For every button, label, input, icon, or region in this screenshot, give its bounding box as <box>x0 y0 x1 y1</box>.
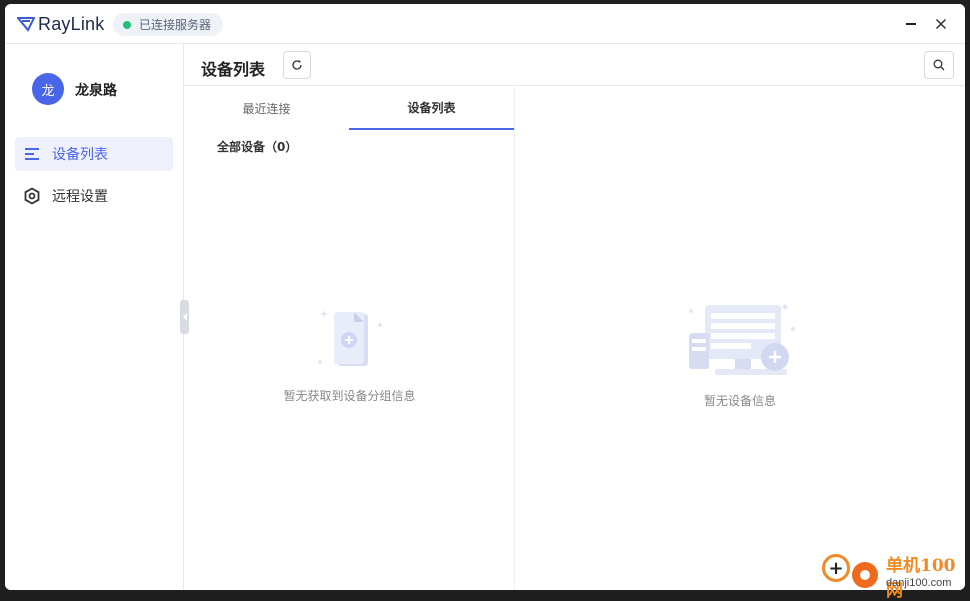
empty-device-group-icon <box>318 310 383 366</box>
refresh-icon <box>292 60 302 70</box>
close-icon <box>935 18 947 30</box>
minimize-icon <box>906 23 916 25</box>
sidebar-item-device-list[interactable]: 设备列表 <box>15 137 173 171</box>
app-logo: RayLink <box>17 13 104 35</box>
watermark-plus-icon: + <box>822 554 850 582</box>
title-bar: RayLink 已连接服务器 <box>5 4 965 44</box>
empty-device-info-icon <box>689 303 795 375</box>
sidebar-item-label: 远程设置 <box>52 189 108 205</box>
minimize-button[interactable] <box>901 14 921 34</box>
username: 龙泉路 <box>75 83 117 99</box>
empty-device-message: 暂无设备信息 <box>703 394 776 408</box>
device-detail-panel: 暂无设备信息 <box>515 86 965 590</box>
app-logo-text: RayLink <box>38 13 105 34</box>
device-group-panel: 最近连接 设备列表 全部设备（0） 暂无获取到设备分组信息 <box>184 86 515 590</box>
main-header: 设备列表 <box>184 44 965 86</box>
sidebar-item-remote-settings[interactable]: 远程设置 <box>15 179 173 213</box>
refresh-button[interactable] <box>283 51 311 79</box>
chevron-left-icon <box>182 313 187 321</box>
connection-status-badge: 已连接服务器 <box>113 13 224 36</box>
group-all-devices[interactable]: 全部设备（0） <box>217 138 297 155</box>
watermark: + 单机100网 danji100.com <box>818 550 970 601</box>
watermark-dot-icon <box>852 562 878 588</box>
empty-group-message: 暂无获取到设备分组信息 <box>283 389 416 403</box>
app-window: RayLink 已连接服务器 龙 龙泉路 设备列表 远程设置 设备列表 最近连接… <box>5 4 965 590</box>
watermark-title: 单机100网 <box>886 556 956 601</box>
sidebar-item-label: 设备列表 <box>52 147 108 163</box>
search-button[interactable] <box>924 51 954 79</box>
search-icon <box>933 59 945 71</box>
page-title: 设备列表 <box>201 60 266 79</box>
connection-status-text: 已连接服务器 <box>139 18 212 32</box>
tab-recent-connections[interactable]: 最近连接 <box>184 86 349 130</box>
raylink-logo-icon <box>17 17 35 32</box>
close-button[interactable] <box>931 14 951 34</box>
list-icon <box>25 148 39 160</box>
hexagon-settings-icon <box>24 187 40 205</box>
tab-device-list[interactable]: 设备列表 <box>349 86 514 130</box>
sidebar: 龙 龙泉路 设备列表 远程设置 <box>5 44 184 590</box>
sidebar-collapse-handle[interactable] <box>180 300 189 334</box>
status-dot-icon <box>123 20 131 29</box>
avatar[interactable]: 龙 <box>32 73 64 105</box>
watermark-url: danji100.com <box>886 577 952 589</box>
